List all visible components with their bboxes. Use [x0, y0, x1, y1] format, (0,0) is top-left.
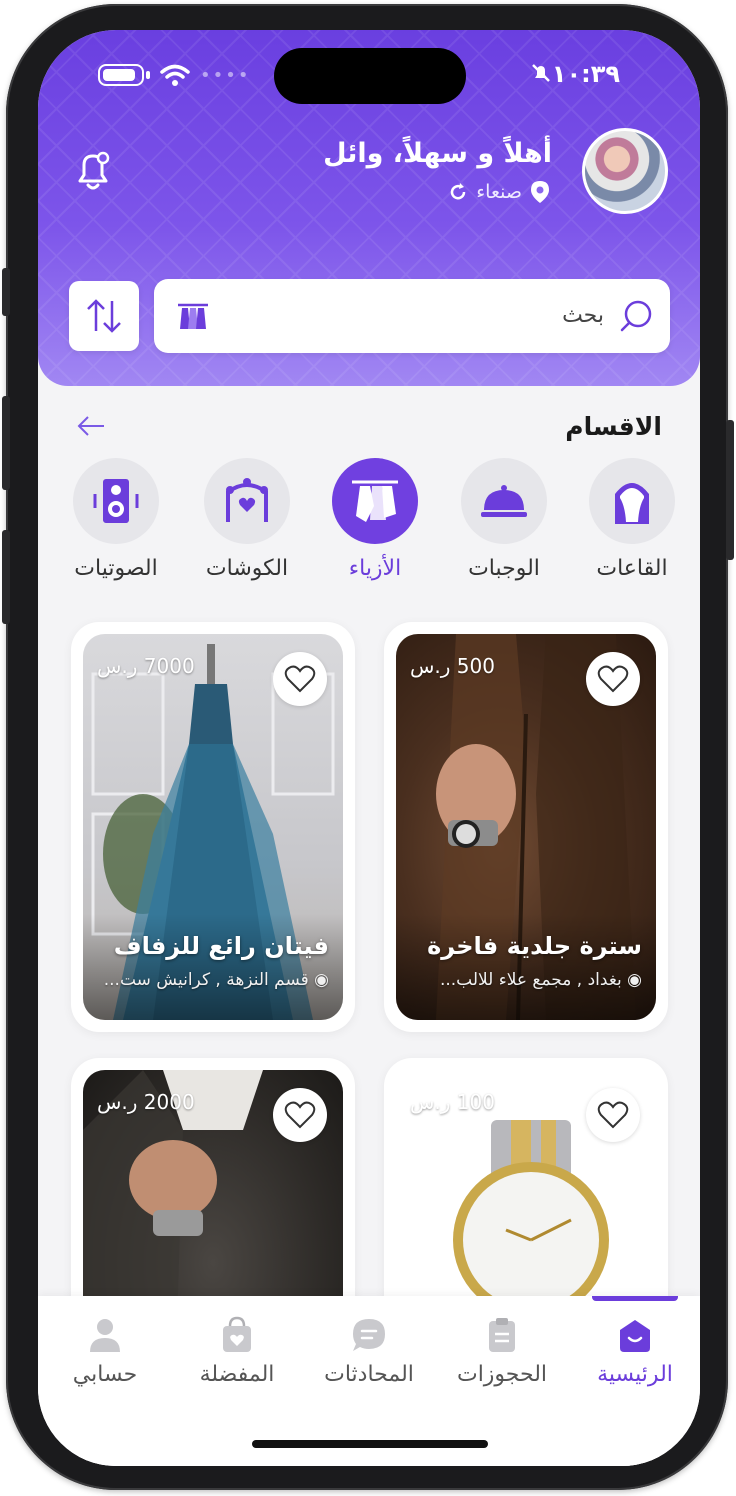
favorite-button[interactable] — [586, 652, 640, 706]
tab-account[interactable]: حسابي — [50, 1316, 160, 1387]
meal-cloche-icon — [481, 485, 527, 517]
signal-icon: •••• — [200, 64, 251, 86]
arrow-left-icon[interactable] — [76, 414, 106, 438]
search-placeholder: بحث — [562, 303, 604, 328]
fashion-filter-icon[interactable] — [176, 299, 210, 333]
user-icon — [90, 1319, 120, 1352]
product-card[interactable]: 7000 ر.س فيتان رائع للزفاف ◉ قسم النزهة … — [71, 622, 355, 1032]
favorite-button[interactable] — [273, 1088, 327, 1142]
heart-icon — [597, 1101, 629, 1129]
greeting-text: أهلاً و سهلاً، وائل — [323, 138, 552, 169]
app-screen: •••• ١٠:٣٩ أهلاً و سهلاً، وائل صنعاء بحث — [38, 30, 700, 1466]
location-pin-icon: ◉ — [621, 970, 642, 990]
tab-label: الحجوزات — [456, 1362, 548, 1387]
heart-icon — [284, 1101, 316, 1129]
location-pin-icon — [531, 181, 549, 203]
category-fashion[interactable]: الأزياء — [315, 458, 435, 581]
search-icon — [620, 300, 652, 332]
category-wedding-stages[interactable]: الكوشات — [187, 458, 307, 581]
category-label: الوجبات — [468, 556, 540, 581]
heart-icon — [597, 665, 629, 693]
price-label: 7000 ر.س — [97, 654, 195, 678]
product-location: ◉ قسم النزهة , كرانيش ست... — [103, 970, 329, 990]
power-button — [726, 420, 734, 560]
search-input[interactable]: بحث — [154, 279, 670, 353]
tab-chats[interactable]: المحادثات — [314, 1316, 424, 1387]
location-label: صنعاء — [476, 181, 522, 203]
volume-up-button — [2, 396, 10, 490]
avatar[interactable] — [582, 128, 668, 214]
product-card[interactable]: 500 ر.س سترة جلدية فاخرة ◉ بغداد , مجمع … — [384, 622, 668, 1032]
category-label: الكوشات — [205, 556, 289, 581]
wedding-stage-icon — [226, 478, 268, 522]
product-title: سترة جلدية فاخرة — [427, 932, 642, 960]
location-pin-icon: ◉ — [308, 970, 329, 990]
home-icon — [620, 1320, 650, 1352]
tab-label: حسابي — [72, 1362, 138, 1387]
tab-home[interactable]: الرئيسية — [580, 1316, 690, 1387]
category-meals[interactable]: الوجبات — [444, 458, 564, 581]
sort-button[interactable] — [69, 281, 139, 351]
tab-bookings[interactable]: الحجوزات — [447, 1316, 557, 1387]
refresh-icon[interactable] — [448, 182, 468, 202]
price-label: 500 ر.س — [410, 654, 495, 678]
status-time: ١٠:٣٩ — [551, 60, 620, 88]
product-image: 7000 ر.س فيتان رائع للزفاف ◉ قسم النزهة … — [83, 634, 343, 1020]
sort-arrows-icon — [87, 299, 121, 333]
silent-mode-icon — [532, 64, 550, 82]
tab-label: المحادثات — [324, 1362, 414, 1387]
status-bar-left: •••• — [98, 64, 250, 86]
silent-switch — [2, 268, 10, 316]
categories-title: الاقسام — [565, 412, 662, 441]
home-indicator[interactable] — [252, 1440, 488, 1448]
favorite-button[interactable] — [586, 1088, 640, 1142]
price-label: 100 ر.س — [410, 1090, 495, 1114]
heart-icon — [284, 665, 316, 693]
location-selector[interactable]: صنعاء — [448, 180, 550, 204]
product-title: فيتان رائع للزفاف — [113, 932, 329, 960]
favorite-button[interactable] — [273, 652, 327, 706]
notification-bell-icon[interactable] — [72, 148, 114, 194]
tab-label: الرئيسية — [597, 1362, 673, 1387]
tab-label: المفضلة — [199, 1362, 275, 1387]
price-label: 2000 ر.س — [97, 1090, 195, 1114]
category-label: الأزياء — [348, 556, 402, 581]
clipboard-icon — [489, 1318, 515, 1352]
shopping-bag-heart-icon — [223, 1316, 251, 1352]
category-halls[interactable]: القاعات — [572, 458, 692, 581]
chat-icon — [353, 1319, 385, 1351]
category-label: الصوتيات — [74, 556, 158, 581]
speaker-icon — [93, 479, 139, 523]
active-tab-indicator — [592, 1296, 678, 1301]
fashion-hanger-icon — [352, 480, 398, 522]
category-audio[interactable]: الصوتيات — [56, 458, 176, 581]
volume-down-button — [2, 530, 10, 624]
product-location: ◉ بغداد , مجمع علاء للالب... — [439, 970, 642, 990]
tab-favorites[interactable]: المفضلة — [182, 1316, 292, 1387]
dynamic-island — [274, 48, 466, 104]
category-label: القاعات — [596, 556, 668, 581]
hall-arch-icon — [615, 483, 649, 524]
wifi-icon — [160, 64, 190, 86]
battery-icon — [98, 64, 144, 86]
product-image: 500 ر.س سترة جلدية فاخرة ◉ بغداد , مجمع … — [396, 634, 656, 1020]
